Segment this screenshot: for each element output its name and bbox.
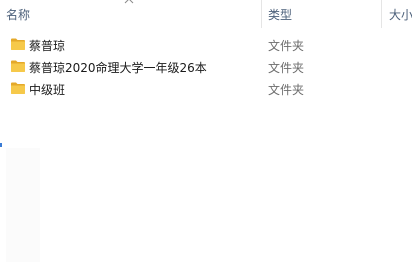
file-name: 蔡普琼2020命理大学一年级26本 xyxy=(29,61,207,75)
folder-icon xyxy=(11,82,25,94)
sort-ascending-icon xyxy=(124,0,134,4)
file-type: 文件夹 xyxy=(268,61,305,75)
file-row[interactable]: 蔡普琼 文件夹 xyxy=(0,34,412,56)
selection-edge-marker xyxy=(0,143,2,147)
empty-area xyxy=(6,148,40,262)
column-divider[interactable] xyxy=(381,0,382,28)
file-type: 文件夹 xyxy=(268,39,305,53)
file-name: 中级班 xyxy=(29,83,66,97)
column-header-type[interactable]: 类型 xyxy=(268,0,378,28)
file-row[interactable]: 蔡普琼2020命理大学一年级26本 文件夹 xyxy=(0,56,412,78)
column-divider[interactable] xyxy=(261,0,262,28)
folder-icon xyxy=(11,60,25,72)
file-type: 文件夹 xyxy=(268,83,305,97)
column-header-bar: 名称 类型 大小 xyxy=(0,0,412,28)
file-row[interactable]: 中级班 文件夹 xyxy=(0,78,412,100)
file-name: 蔡普琼 xyxy=(29,39,66,53)
column-header-size[interactable]: 大小 xyxy=(389,0,412,28)
file-explorer-window: 名称 类型 大小 蔡普琼 文件夹 蔡普琼2020命理大学一年级26本 文件夹 中… xyxy=(0,0,412,262)
column-header-name-label: 名称 xyxy=(6,7,31,22)
column-header-size-label: 大小 xyxy=(389,7,412,22)
folder-icon xyxy=(11,38,25,50)
file-list: 蔡普琼 文件夹 蔡普琼2020命理大学一年级26本 文件夹 中级班 文件夹 xyxy=(0,34,412,100)
column-header-type-label: 类型 xyxy=(268,7,293,22)
